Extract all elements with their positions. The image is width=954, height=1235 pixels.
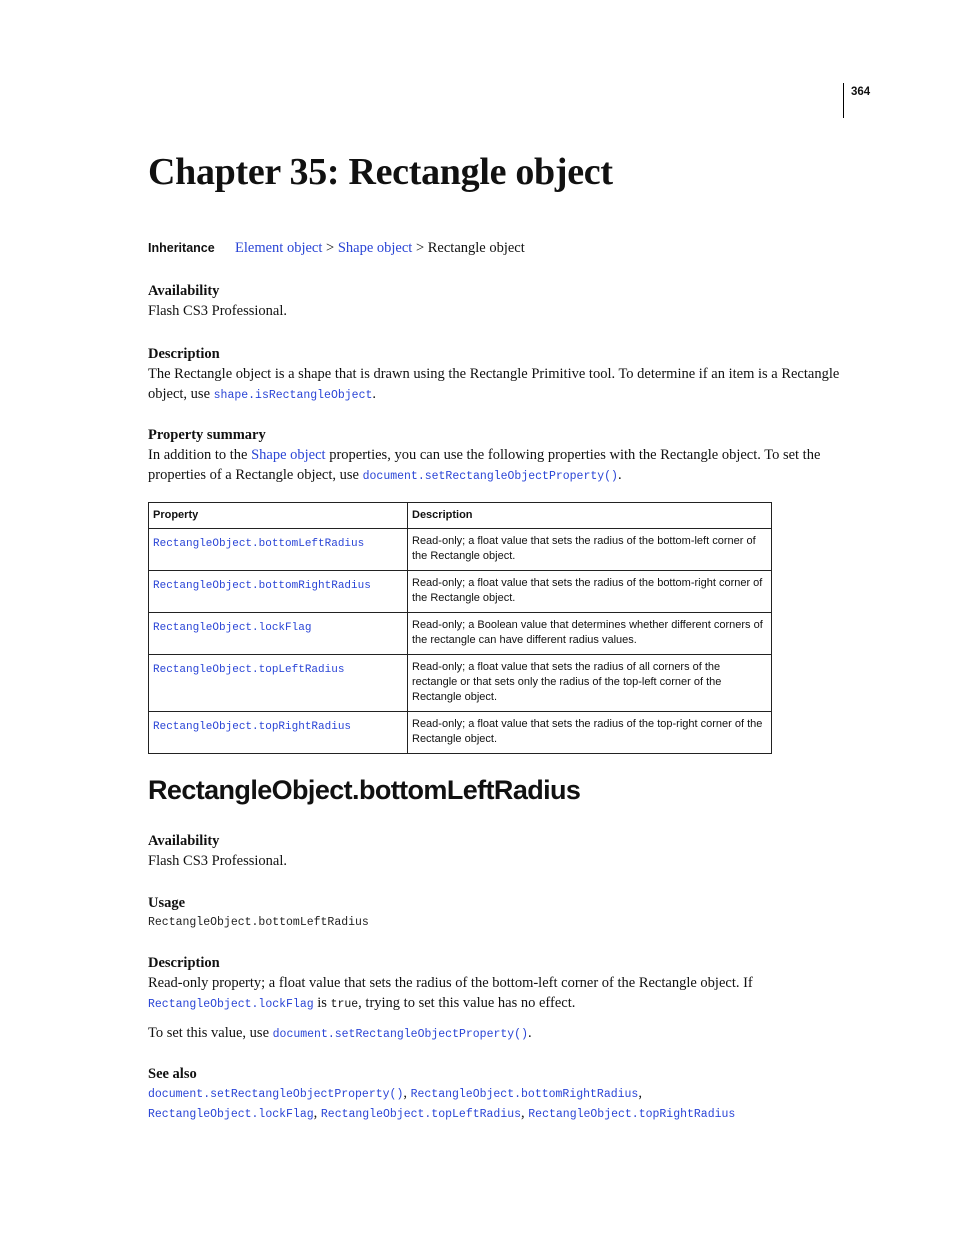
description-cell: Read-only; a float value that sets the r…: [407, 570, 772, 613]
section-availability-text: Flash CS3 Professional.: [148, 853, 287, 869]
section-description-part: Read-only property; a float value that s…: [148, 975, 753, 991]
lock-flag-link[interactable]: RectangleObject.lockFlag: [148, 998, 314, 1011]
usage-heading: Usage: [148, 895, 186, 911]
property-summary-heading: Property summary: [148, 427, 266, 443]
table-row: RectangleObject.lockFlag Read-only; a Bo…: [148, 612, 772, 655]
description-text: The Rectangle object is a shape that is …: [148, 364, 848, 406]
is-rectangle-object-link[interactable]: shape.isRectangleObject: [214, 389, 373, 402]
description-heading: Description: [148, 346, 220, 362]
property-summary-text-part: In addition to the: [148, 447, 252, 463]
section-description-part: , trying to set this value has no effect…: [358, 995, 576, 1011]
set-rectangle-object-property-link-2[interactable]: document.setRectangleObjectProperty(): [273, 1028, 528, 1041]
section-title: RectangleObject.bottomLeftRadius: [148, 775, 581, 805]
see-also-separator: ,: [638, 1085, 642, 1101]
usage-code: RectangleObject.bottomLeftRadius: [148, 916, 369, 929]
property-summary-text: In addition to the Shape object properti…: [148, 445, 848, 487]
table-header-row: Property Description: [148, 502, 772, 529]
property-cell: RectangleObject.topLeftRadius: [148, 654, 408, 712]
section-availability-heading: Availability: [148, 833, 220, 849]
section-description: Description Read-only property; a float …: [148, 953, 848, 1045]
true-value: true: [330, 998, 359, 1011]
see-also-separator: ,: [313, 1105, 321, 1121]
section-description-text: Read-only property; a float value that s…: [148, 973, 848, 1015]
see-also-link-set-property[interactable]: document.setRectangleObjectProperty(): [148, 1088, 403, 1101]
availability-heading: Availability: [148, 283, 220, 299]
chapter-title: Chapter 35: Rectangle object: [148, 151, 613, 193]
inheritance-separator: >: [322, 240, 338, 256]
availability-section: Availability Flash CS3 Professional.: [148, 281, 287, 321]
table-row: RectangleObject.bottomLeftRadius Read-on…: [148, 528, 772, 571]
property-summary-text-part: .: [617, 467, 622, 483]
set-rectangle-object-property-link[interactable]: document.setRectangleObjectProperty(): [363, 470, 618, 483]
description-cell: Read-only; a float value that sets the r…: [407, 654, 772, 712]
section-description-heading: Description: [148, 955, 220, 971]
see-also-heading: See also: [148, 1066, 197, 1082]
inheritance-link-element-object[interactable]: Element object: [235, 240, 322, 256]
table-row: RectangleObject.topLeftRadius Read-only;…: [148, 654, 772, 712]
section-availability: Availability Flash CS3 Professional.: [148, 831, 287, 871]
property-cell: RectangleObject.bottomLeftRadius: [148, 528, 408, 571]
property-link-bottom-left-radius[interactable]: RectangleObject.bottomLeftRadius: [153, 538, 364, 550]
shape-object-link[interactable]: Shape object: [251, 447, 326, 463]
property-link-top-left-radius[interactable]: RectangleObject.topLeftRadius: [153, 664, 344, 676]
set-value-part: To set this value, use: [148, 1025, 273, 1041]
availability-text: Flash CS3 Professional.: [148, 303, 287, 319]
see-also-link-bottom-right-radius[interactable]: RectangleObject.bottomRightRadius: [411, 1088, 639, 1101]
inheritance-current: Rectangle object: [427, 240, 525, 256]
table-row: RectangleObject.bottomRightRadius Read-o…: [148, 570, 772, 613]
set-value-text: To set this value, use document.setRecta…: [148, 1023, 848, 1045]
property-cell: RectangleObject.bottomRightRadius: [148, 570, 408, 613]
page-header-rule: [843, 83, 844, 118]
see-also-link-top-left-radius[interactable]: RectangleObject.topLeftRadius: [321, 1108, 521, 1121]
description-section: Description The Rectangle object is a sh…: [148, 344, 848, 406]
description-cell: Read-only; a float value that sets the r…: [407, 528, 772, 571]
property-link-top-right-radius[interactable]: RectangleObject.topRightRadius: [153, 721, 351, 733]
section-description-part: is: [313, 995, 331, 1011]
property-cell: RectangleObject.lockFlag: [148, 612, 408, 655]
table-row: RectangleObject.topRightRadius Read-only…: [148, 711, 772, 754]
column-header-description: Description: [407, 502, 772, 529]
property-summary-section: Property summary In addition to the Shap…: [148, 425, 848, 487]
property-link-lock-flag[interactable]: RectangleObject.lockFlag: [153, 622, 311, 634]
inheritance-row: Inheritance Element object > Shape object…: [148, 240, 525, 257]
set-value-part: .: [527, 1025, 532, 1041]
inheritance-link-shape-object[interactable]: Shape object: [338, 240, 413, 256]
see-also-section: See also document.setRectangleObjectProp…: [148, 1064, 848, 1124]
description-cell: Read-only; a float value that sets the r…: [407, 711, 772, 754]
inheritance-separator: >: [412, 240, 428, 256]
page-number: 364: [851, 86, 871, 98]
description-text-part: .: [372, 386, 376, 402]
property-cell: RectangleObject.topRightRadius: [148, 711, 408, 754]
property-table: Property Description RectangleObject.bot…: [148, 502, 772, 754]
see-also-link-top-right-radius[interactable]: RectangleObject.topRightRadius: [528, 1108, 735, 1121]
column-header-property: Property: [148, 502, 408, 529]
see-also-separator: ,: [403, 1085, 411, 1101]
property-link-bottom-right-radius[interactable]: RectangleObject.bottomRightRadius: [153, 580, 371, 592]
description-cell: Read-only; a Boolean value that determin…: [407, 612, 772, 655]
see-also-links: document.setRectangleObjectProperty(), R…: [148, 1084, 848, 1124]
see-also-link-lock-flag[interactable]: RectangleObject.lockFlag: [148, 1108, 314, 1121]
inheritance-label: Inheritance: [148, 241, 215, 255]
section-usage: Usage RectangleObject.bottomLeftRadius: [148, 893, 369, 933]
